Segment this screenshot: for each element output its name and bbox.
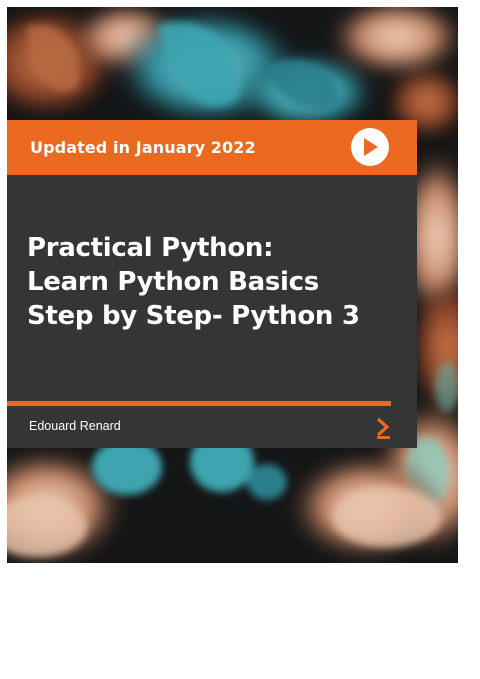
play-icon [364,138,378,156]
book-cover: Updated in January 2022 Practical Python… [7,7,458,563]
course-title-line-1: Practical Python: [27,233,274,263]
update-banner: Updated in January 2022 [7,120,417,175]
chevron-right-icon[interactable] [375,416,391,440]
update-banner-text: Updated in January 2022 [30,138,256,157]
author-bar: Edouard Renard [7,406,417,448]
title-panel: Practical Python: Learn Python Basics St… [7,175,417,401]
author-name: Edouard Renard [29,419,121,433]
play-button[interactable] [351,128,389,166]
course-title-line-2: Learn Python Basics [27,267,319,297]
course-title: Practical Python: Learn Python Basics St… [27,231,397,333]
course-title-line-3: Step by Step- Python 3 [27,301,360,331]
